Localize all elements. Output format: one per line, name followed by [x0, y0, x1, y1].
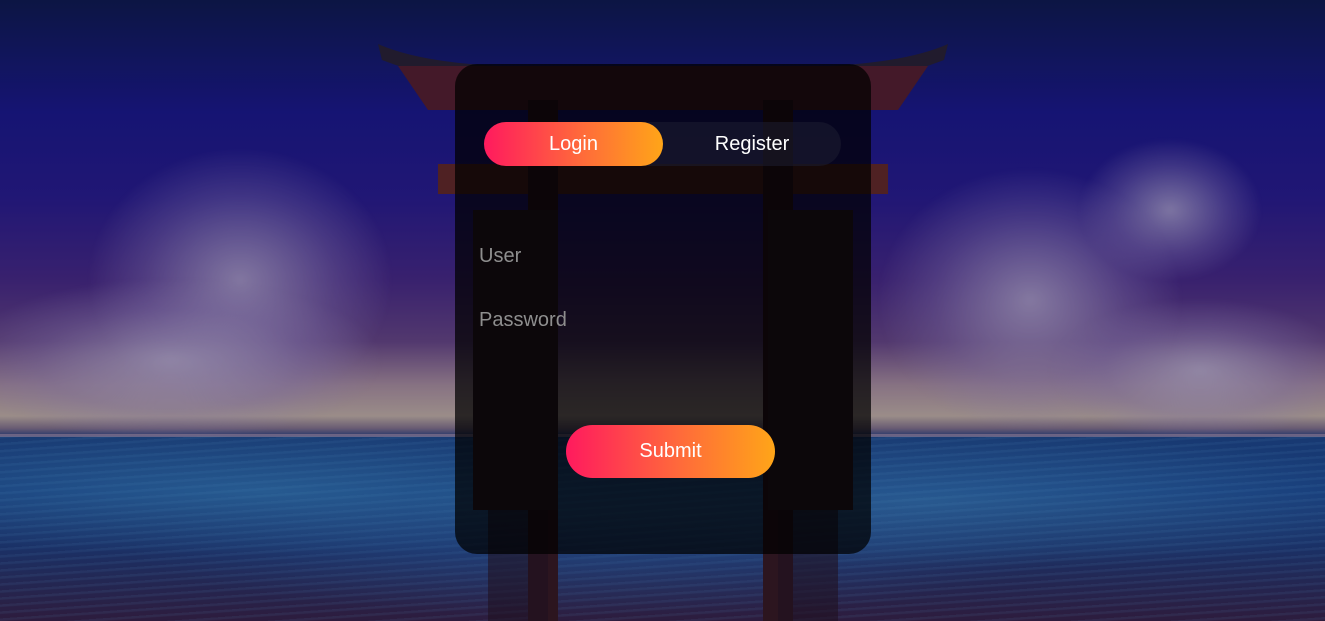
- tab-register[interactable]: Register: [663, 122, 841, 166]
- tab-login[interactable]: Login: [484, 122, 663, 166]
- cloud-right-far: [1080, 140, 1260, 280]
- background-scene: Login Register Submit: [0, 0, 1325, 621]
- user-input[interactable]: [479, 238, 849, 274]
- auth-mode-toggle: Login Register: [484, 122, 841, 166]
- cloud-right-low: [1050, 300, 1325, 440]
- submit-button[interactable]: Submit: [566, 425, 775, 478]
- password-input[interactable]: [479, 302, 849, 338]
- auth-panel: Login Register Submit: [455, 64, 871, 554]
